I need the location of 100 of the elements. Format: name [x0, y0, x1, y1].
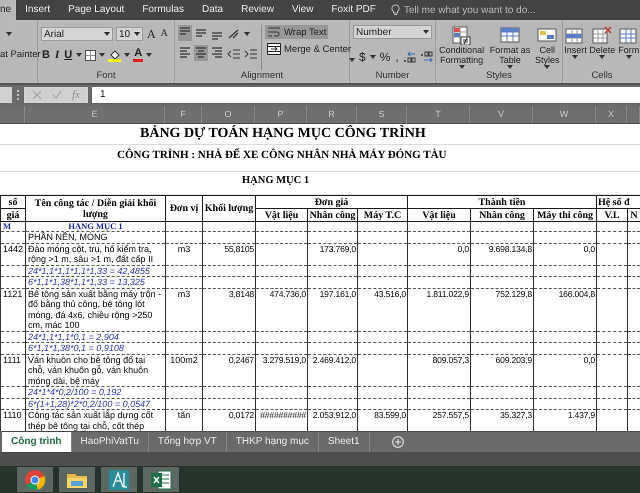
number-format-dropdown[interactable]: Number	[353, 25, 432, 39]
table-button[interactable]: Format as Table	[488, 25, 531, 70]
merge-center-button[interactable]: Merge & Center	[265, 42, 354, 56]
header-cell: V.L	[596, 208, 628, 222]
table-cell: 6*1,1*1,38*1,1*1,33 = 13,325	[26, 276, 166, 288]
ribbon-tab[interactable]: Page Layout	[59, 0, 134, 20]
table-cell: 3,8148	[202, 288, 256, 332]
table-cell: 752.129,8	[470, 288, 534, 332]
header-cell: Vật liệu	[408, 208, 470, 222]
caret-icon	[104, 32, 110, 36]
table-cell: 24*1,1*1,1*0,1 = 2,904	[26, 331, 166, 343]
table-cell: m3	[166, 243, 202, 266]
table-cell: 609.203,9	[470, 354, 534, 387]
align-center-icon[interactable]	[194, 45, 208, 61]
header-cell: Đơn vị	[166, 196, 202, 222]
align-top-icon[interactable]	[178, 25, 192, 41]
table-cell: 1121	[0, 288, 26, 332]
add-sheet-icon[interactable]	[392, 436, 404, 448]
decrease-decimal-icon[interactable]	[420, 51, 434, 63]
ribbon-tab[interactable]: Insert	[16, 0, 60, 20]
caret-icon[interactable]	[349, 58, 356, 62]
header-cell: Nhân công	[308, 208, 358, 222]
caret-icon	[506, 65, 513, 69]
group-label: Styles	[485, 70, 513, 83]
table-icon	[498, 25, 521, 45]
decrease-indent-icon[interactable]	[227, 48, 241, 60]
currency-button[interactable]: $	[358, 50, 367, 64]
formula-field[interactable]: 1	[92, 87, 640, 104]
caret-icon[interactable]	[124, 53, 130, 57]
caret-icon	[626, 55, 632, 59]
delete-cells-button[interactable]: Delete	[589, 25, 616, 70]
table-cell: 6*1,1*1,38*0,1 = 0,9108	[26, 342, 166, 354]
table-cell: 809.057,3	[408, 354, 470, 387]
ribbon-tab[interactable]: Foxit PDF	[322, 0, 385, 20]
font-name-dropdown[interactable]: Arial	[41, 27, 113, 41]
ribbon-tab[interactable]: Data	[193, 0, 232, 20]
search-field[interactable]: Tell me what you want to do...	[390, 4, 554, 16]
drafting-app-icon[interactable]	[108, 468, 130, 491]
underline-button[interactable]: U	[63, 48, 74, 62]
format-cells-button[interactable]: Form	[618, 25, 640, 70]
ribbon-tab[interactable]: ne	[0, 0, 16, 20]
header-cell: N	[628, 208, 640, 222]
table-cell: Ván khuôn cho bê tông đổ tại chỗ, ván khuôn gỗ, ván khuôn móng dài, bệ máy	[26, 354, 166, 387]
header-cell: Máy thi công	[534, 208, 596, 222]
grow-font-button[interactable]: A	[146, 27, 157, 41]
table-cell: 0,0	[534, 243, 596, 266]
ribbon-tab[interactable]: View	[282, 0, 322, 20]
insert-cells-button[interactable]: Insert	[564, 25, 587, 70]
spreadsheet-app-icon[interactable]	[150, 468, 172, 491]
shrink-font-button[interactable]: A	[160, 27, 169, 41]
table-cell: 1442	[0, 243, 26, 266]
sheet-tab[interactable]: Công trình	[2, 432, 72, 452]
italic-button[interactable]: I	[54, 48, 60, 62]
table-cell: PHẦN NỀN, MÓNG	[26, 232, 166, 244]
orientation-icon[interactable]	[227, 28, 241, 40]
sheet-title: BẢNG DỰ TOÁN HẠNG MỤC CÔNG TRÌNH	[140, 126, 426, 142]
caret-icon[interactable]	[76, 53, 82, 57]
table-cell: 24*1,1*1,1*1,1*1,33 = 42,4855	[26, 265, 166, 277]
font-size-dropdown[interactable]: 10	[116, 27, 143, 41]
borders-icon[interactable]	[85, 50, 96, 60]
name-box[interactable]	[0, 87, 12, 104]
comma-button[interactable]: ,	[394, 50, 400, 64]
caret-icon	[458, 65, 465, 69]
check-icon[interactable]	[52, 90, 62, 100]
ribbon-tab[interactable]: Formulas	[133, 0, 193, 20]
cell-styles-button[interactable]: Cell Styles	[534, 25, 560, 70]
table-cell: 55,8105	[202, 243, 256, 266]
table-cell: 43.516,0	[358, 288, 408, 332]
percent-button[interactable]: %	[378, 50, 392, 64]
header-cell: Thành tiền	[408, 196, 596, 209]
table-cell: 100m2	[166, 354, 202, 387]
increase-indent-icon[interactable]	[244, 48, 258, 60]
table-cell: Bê tông sản xuất bằng máy trộn - đổ bằng thủ công, bê tông lót móng, đá 4x6, chiều rộng >250 cm, mác 100	[26, 288, 166, 332]
group-label: Number	[374, 70, 410, 83]
fill-color-icon[interactable]	[108, 48, 122, 62]
delete-cells-icon	[591, 25, 614, 45]
sheet-subtitle: CÔNG TRÌNH : NHÀ ĐỂ XE CÔNG NHÂN NHÀ MÁY ĐÓNG TÀU	[117, 149, 447, 162]
table-cell: 2.469.412,0	[308, 354, 358, 387]
group-label: Cells	[590, 70, 614, 83]
caret-icon[interactable]	[6, 32, 12, 36]
ribbon-tab[interactable]: Review	[232, 0, 283, 20]
caret-icon[interactable]	[244, 32, 250, 36]
increase-decimal-icon[interactable]	[402, 51, 417, 63]
wrap-text-button[interactable]: Wrap Text	[265, 25, 328, 39]
merge-cells-icon	[267, 43, 281, 55]
caret-icon[interactable]	[99, 53, 106, 57]
browser-icon[interactable]	[24, 468, 46, 491]
caret-icon	[599, 55, 606, 59]
bold-button[interactable]: B	[41, 48, 51, 62]
caret-icon[interactable]	[370, 55, 376, 59]
header-cell: Hệ số đ	[596, 196, 640, 209]
conditional-formatting-button[interactable]: Conditional Formatting	[438, 25, 486, 70]
table-cell: M	[0, 222, 26, 232]
wrap-text-icon	[267, 26, 281, 38]
more-options-icon[interactable]	[16, 89, 20, 102]
caret-icon	[572, 55, 578, 59]
font-color-button[interactable]: A	[133, 48, 144, 62]
table-cell: 0,2467	[202, 354, 256, 387]
caret-icon[interactable]	[146, 53, 152, 57]
header-cell: số	[0, 196, 26, 209]
